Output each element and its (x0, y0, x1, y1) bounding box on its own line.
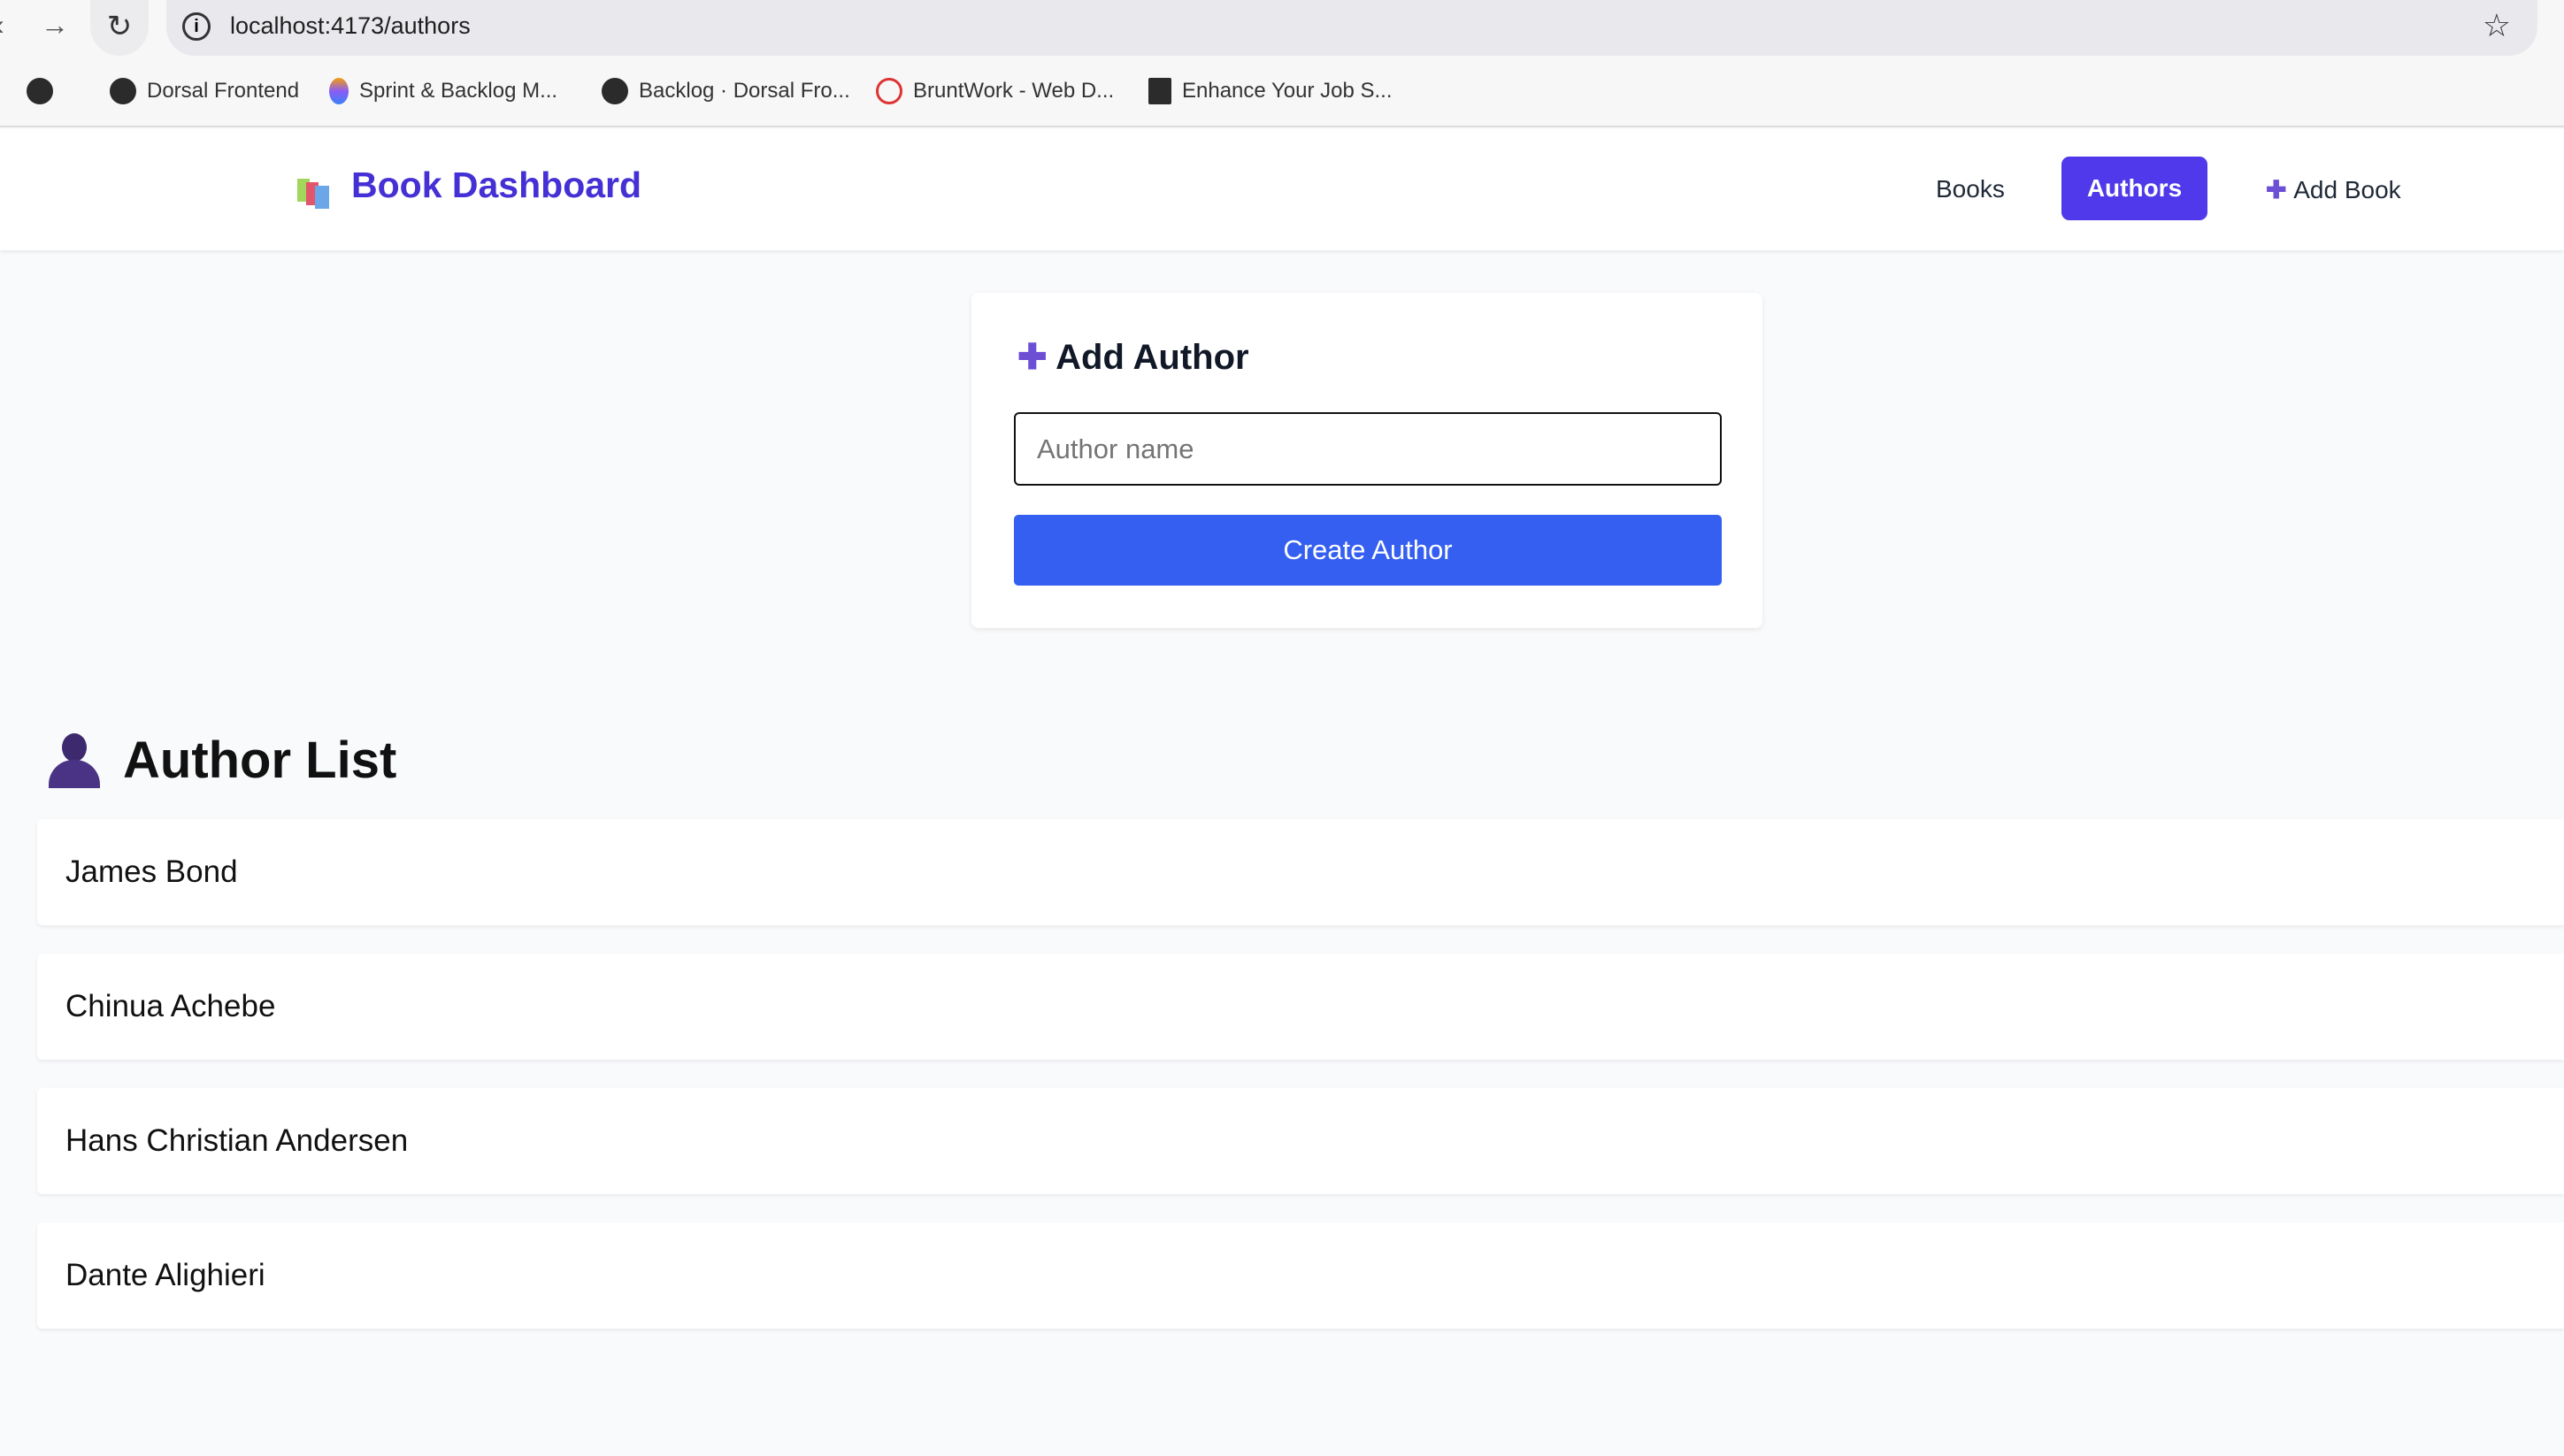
back-icon[interactable]: ‹ (0, 9, 4, 42)
app-header: Book Dashboard Books Authors ✚ Add Book (0, 129, 2564, 250)
plus-icon: ✚ (1017, 338, 1056, 377)
reload-icon[interactable]: ↻ (90, 0, 149, 56)
author-row[interactable]: James Bond (37, 819, 2564, 925)
create-author-button[interactable]: Create Author (1014, 515, 1722, 586)
clickup-icon (329, 78, 349, 104)
books-logo-icon (297, 179, 329, 209)
nav-add-book-label: Add Book (2293, 176, 2401, 203)
author-name: Hans Christian Andersen (65, 1123, 409, 1158)
author-name: Chinua Achebe (65, 989, 276, 1023)
bookmark-label: Dorsal Frontend (147, 79, 300, 103)
nav-authors[interactable]: Authors (2061, 157, 2207, 220)
bookmark-item[interactable]: Sprint & Backlog M... (329, 78, 557, 104)
address-bar[interactable]: i localhost:4173/authors ☆ (166, 0, 2537, 56)
author-row[interactable]: Chinua Achebe (37, 954, 2564, 1060)
bookmark-globe[interactable] (27, 78, 53, 104)
github-icon (110, 78, 136, 104)
info-icon[interactable]: i (182, 12, 211, 41)
author-name: James Bond (65, 854, 238, 889)
author-name: Dante Alighieri (65, 1258, 265, 1292)
nav-add-book[interactable]: ✚ Add Book (2266, 175, 2401, 204)
bookmark-item[interactable]: BruntWork - Web D... (876, 78, 1114, 104)
add-author-title: Add Author (1056, 338, 1249, 377)
bookmark-label: BruntWork - Web D... (913, 79, 1115, 103)
globe-icon (27, 78, 53, 104)
add-author-card: ✚ Add Author Create Author (971, 293, 1762, 628)
person-icon (49, 732, 100, 788)
bookmark-item[interactable]: Backlog · Dorsal Fro... (602, 78, 850, 104)
bookmark-item[interactable]: Enhance Your Job S... (1148, 78, 1393, 104)
add-author-heading: ✚ Add Author (1017, 337, 1249, 378)
plus-icon: ✚ (2266, 176, 2294, 203)
url-text: localhost:4173/authors (230, 12, 471, 39)
people-icon (1148, 78, 1171, 104)
bookmark-item[interactable]: Dorsal Frontend (110, 78, 299, 104)
browser-chrome: ‹ → ↻ i localhost:4173/authors ☆ Dorsal … (0, 0, 2564, 127)
bookmark-label: Sprint & Backlog M... (359, 79, 558, 103)
app-title[interactable]: Book Dashboard (351, 165, 641, 206)
author-list-heading: Author List (49, 731, 396, 790)
nav-books[interactable]: Books (1936, 175, 2005, 203)
bookmark-star-icon[interactable]: ☆ (2483, 7, 2511, 44)
bookmark-label: Enhance Your Job S... (1182, 79, 1393, 103)
forward-icon[interactable]: → (41, 9, 69, 42)
author-row[interactable]: Dante Alighieri (37, 1222, 2564, 1329)
author-row[interactable]: Hans Christian Andersen (37, 1088, 2564, 1194)
author-list-title: Author List (123, 732, 397, 789)
bruntwork-icon (876, 78, 902, 104)
github-icon (602, 78, 628, 104)
author-name-input[interactable] (1014, 412, 1722, 486)
bookmark-label: Backlog · Dorsal Fro... (639, 79, 850, 103)
